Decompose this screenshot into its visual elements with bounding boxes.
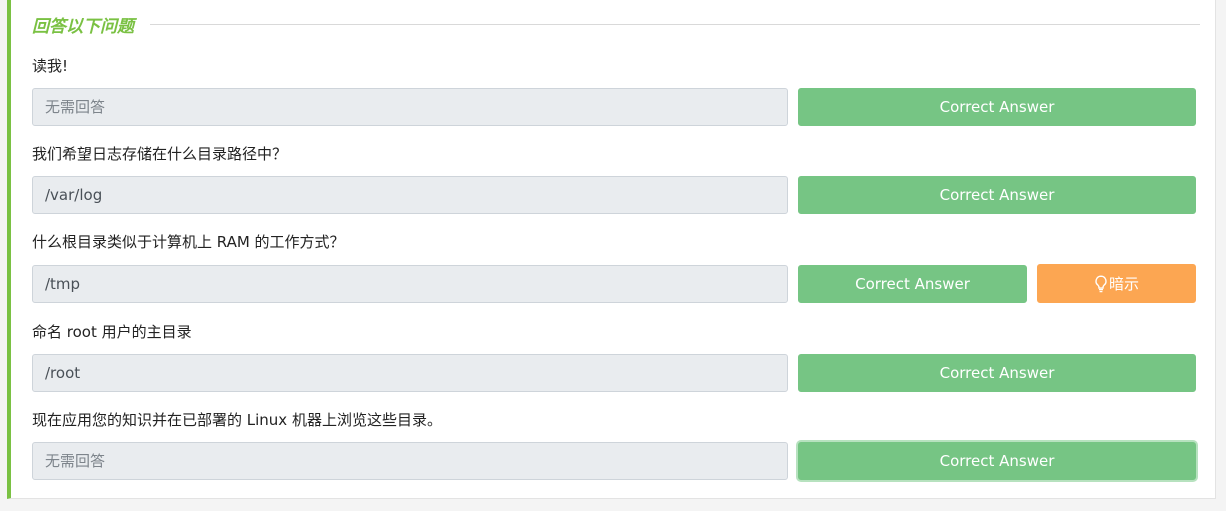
question-2-correct-answer-button[interactable]: Correct Answer (798, 176, 1196, 214)
lightbulb-icon (1095, 274, 1107, 292)
question-5-answer-field[interactable]: 无需回答 (32, 442, 788, 480)
question-1-answer-field[interactable]: 无需回答 (32, 88, 788, 126)
question-5-correct-answer-button[interactable]: Correct Answer (798, 442, 1196, 480)
question-4-label: 命名 root 用户的主目录 (32, 323, 192, 341)
question-1-correct-answer-button[interactable]: Correct Answer (798, 88, 1196, 126)
questions-panel: 回答以下问题 读我! 无需回答 Correct Answer 我们希望日志存储在… (7, 0, 1216, 499)
question-2-answer-field[interactable]: /var/log (32, 176, 788, 214)
question-1-label: 读我! (32, 57, 69, 75)
question-4-correct-answer-button[interactable]: Correct Answer (798, 354, 1196, 392)
question-2-label: 我们希望日志存储在什么目录路径中？ (32, 145, 288, 163)
question-3-correct-answer-button[interactable]: Correct Answer (798, 265, 1027, 303)
section-header: 回答以下问题 (32, 10, 1200, 38)
question-4-answer-field[interactable]: /root (32, 354, 788, 392)
header-divider (150, 23, 1200, 25)
section-title: 回答以下问题 (32, 16, 134, 37)
hint-label: 暗示 (1108, 275, 1139, 293)
question-3-label: 什么根目录类似于计算机上 RAM 的工作方式？ (32, 233, 345, 251)
question-3-answer-field[interactable]: /tmp (32, 265, 788, 303)
question-3-hint-button[interactable]: 暗示 (1037, 264, 1196, 303)
question-5-label: 现在应用您的知识并在已部署的 Linux 机器上浏览这些目录。 (32, 411, 442, 429)
